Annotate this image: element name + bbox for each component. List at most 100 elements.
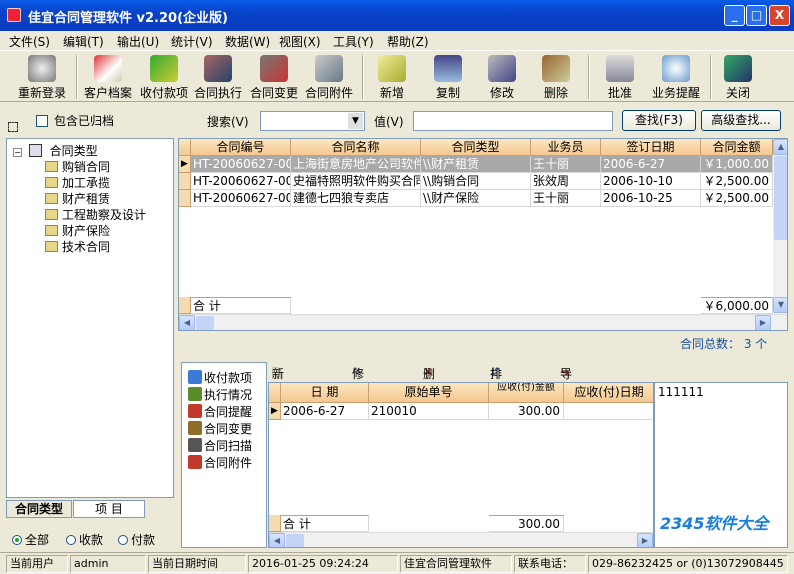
table-cell[interactable]: 王十丽: [531, 156, 601, 173]
menu-file[interactable]: 文件(S): [9, 33, 50, 50]
find-button[interactable]: 查找(F3): [622, 110, 696, 131]
menu-help[interactable]: 帮助(Z): [387, 33, 429, 50]
table-cell[interactable]: \\购销合同: [421, 173, 531, 190]
tree-item[interactable]: 购销合同: [45, 158, 110, 175]
table-cell[interactable]: \\财产租赁: [421, 156, 531, 173]
menu-view[interactable]: 视图(X): [279, 33, 321, 50]
table-cell[interactable]: 上海街意房地产公司软件: [291, 156, 421, 173]
row-selector-icon[interactable]: [179, 190, 191, 207]
radio-pay[interactable]: 付款: [118, 531, 155, 548]
radio-all[interactable]: 全部: [12, 531, 49, 548]
vertical-scrollbar[interactable]: ▲ ▼: [773, 139, 787, 314]
close-button[interactable]: X: [769, 5, 790, 26]
table-cell[interactable]: 2006-10-10: [601, 173, 701, 190]
horizontal-scrollbar[interactable]: ◀ ▶: [179, 314, 787, 330]
col-header[interactable]: 签订日期: [601, 139, 701, 156]
col-header[interactable]: 合同名称: [291, 139, 421, 156]
table-cell[interactable]: HT-20060627-004: [191, 190, 291, 207]
table-cell[interactable]: ￥2,500.00: [701, 173, 773, 190]
scroll-thumb[interactable]: [774, 156, 787, 240]
scroll-down-icon[interactable]: ▼: [773, 297, 787, 313]
include-archived-checkbox[interactable]: 包含已归档: [36, 112, 114, 129]
tree-item[interactable]: 加工承揽: [45, 174, 110, 191]
edit-button[interactable]: 修改: [480, 53, 524, 101]
col-header[interactable]: 合同类型: [421, 139, 531, 156]
nav-exec-status[interactable]: 执行情况: [188, 386, 252, 403]
menu-tools[interactable]: 工具(Y): [333, 33, 374, 50]
chevron-down-icon[interactable]: ▼: [348, 113, 363, 129]
tree-root[interactable]: − 合同类型: [13, 142, 98, 159]
collapse-icon[interactable]: −: [13, 148, 22, 157]
exit-button[interactable]: 关闭: [716, 53, 760, 101]
contract-change-icon: [260, 55, 288, 82]
add-button[interactable]: 新增: [370, 53, 414, 101]
scroll-thumb[interactable]: [286, 534, 304, 547]
table-cell[interactable]: 300.00: [489, 403, 564, 420]
payment-button[interactable]: 收付款项: [138, 53, 190, 101]
menu-stats[interactable]: 统计(V): [171, 33, 213, 50]
client-archive-button[interactable]: 客户档案: [82, 53, 134, 101]
table-cell[interactable]: 王十丽: [531, 190, 601, 207]
scroll-right-icon[interactable]: ▶: [755, 315, 771, 330]
nav-contract-attachment[interactable]: 合同附件: [188, 454, 252, 471]
advanced-find-button[interactable]: 高级查找...: [701, 110, 781, 131]
tab-contract-type[interactable]: 合同类型: [6, 500, 72, 518]
contract-exec-button[interactable]: 合同执行: [192, 53, 244, 101]
table-cell[interactable]: 2006-6-27: [281, 403, 369, 420]
col-header[interactable]: 应收(付)金额: [489, 383, 564, 403]
scroll-right-icon[interactable]: ▶: [637, 533, 653, 547]
nav-payment[interactable]: 收付款项: [188, 369, 252, 386]
radio-receive[interactable]: 收款: [66, 531, 103, 548]
row-selector-icon[interactable]: ▶: [269, 403, 281, 420]
value-input[interactable]: [413, 111, 613, 131]
table-cell[interactable]: [564, 403, 653, 420]
scroll-up-icon[interactable]: ▲: [773, 139, 787, 155]
col-header[interactable]: 业务员: [531, 139, 601, 156]
col-header[interactable]: 合同金额: [701, 139, 773, 156]
table-cell[interactable]: ￥1,000.00: [701, 156, 773, 173]
search-field-select[interactable]: ▼: [260, 111, 365, 131]
table-cell[interactable]: HT-20060627-003: [191, 173, 291, 190]
col-header[interactable]: 合同编号: [191, 139, 291, 156]
table-cell[interactable]: 210010: [369, 403, 489, 420]
copy-button[interactable]: 复制: [426, 53, 470, 101]
maximize-button[interactable]: □: [746, 5, 767, 26]
table-cell[interactable]: 建德七四狼专卖店: [291, 190, 421, 207]
client-archive-label: 客户档案: [83, 86, 132, 100]
menu-data[interactable]: 数据(W): [225, 33, 270, 50]
relogin-button[interactable]: 重新登录: [14, 53, 70, 101]
nav-contract-reminder[interactable]: 合同提醒: [188, 403, 252, 420]
menu-output[interactable]: 输出(U): [117, 33, 159, 50]
table-cell[interactable]: 张效周: [531, 173, 601, 190]
contract-change-button[interactable]: 合同变更: [248, 53, 300, 101]
tree-item[interactable]: 财产租赁: [45, 190, 110, 207]
menu-edit[interactable]: 编辑(T): [63, 33, 104, 50]
scroll-left-icon[interactable]: ◀: [269, 533, 285, 547]
delete-button[interactable]: 删除: [534, 53, 578, 101]
tab-project[interactable]: 项 目: [73, 500, 145, 518]
table-cell[interactable]: 史福特照明软件购买合同: [291, 173, 421, 190]
col-header[interactable]: 日 期: [281, 383, 369, 403]
attachment-button[interactable]: 合同附件: [302, 53, 356, 101]
scroll-thumb[interactable]: [196, 316, 214, 330]
tree-item[interactable]: 技术合同: [45, 238, 110, 255]
table-cell[interactable]: \\财产保险: [421, 190, 531, 207]
row-selector-icon[interactable]: ▶: [179, 156, 191, 173]
row-selector-icon[interactable]: [179, 173, 191, 190]
approve-button[interactable]: 批准: [598, 53, 642, 101]
scroll-left-icon[interactable]: ◀: [179, 315, 195, 330]
horizontal-scrollbar[interactable]: ◀ ▶: [269, 532, 653, 547]
tree-item[interactable]: 工程勘察及设计: [45, 206, 146, 223]
nav-contract-change[interactable]: 合同变更: [188, 420, 252, 437]
table-cell[interactable]: 2006-6-27: [601, 156, 701, 173]
pin-icon[interactable]: [8, 122, 18, 132]
table-cell[interactable]: ￥2,500.00: [701, 190, 773, 207]
col-header[interactable]: 原始单号: [369, 383, 489, 403]
nav-contract-scan[interactable]: 合同扫描: [188, 437, 252, 454]
tree-item[interactable]: 财产保险: [45, 222, 110, 239]
col-header[interactable]: 应收(付)日期: [564, 383, 653, 403]
table-cell[interactable]: HT-20060627-001: [191, 156, 291, 173]
table-cell[interactable]: 2006-10-25: [601, 190, 701, 207]
reminder-button[interactable]: 业务提醒: [648, 53, 704, 101]
minimize-button[interactable]: _: [724, 5, 745, 26]
